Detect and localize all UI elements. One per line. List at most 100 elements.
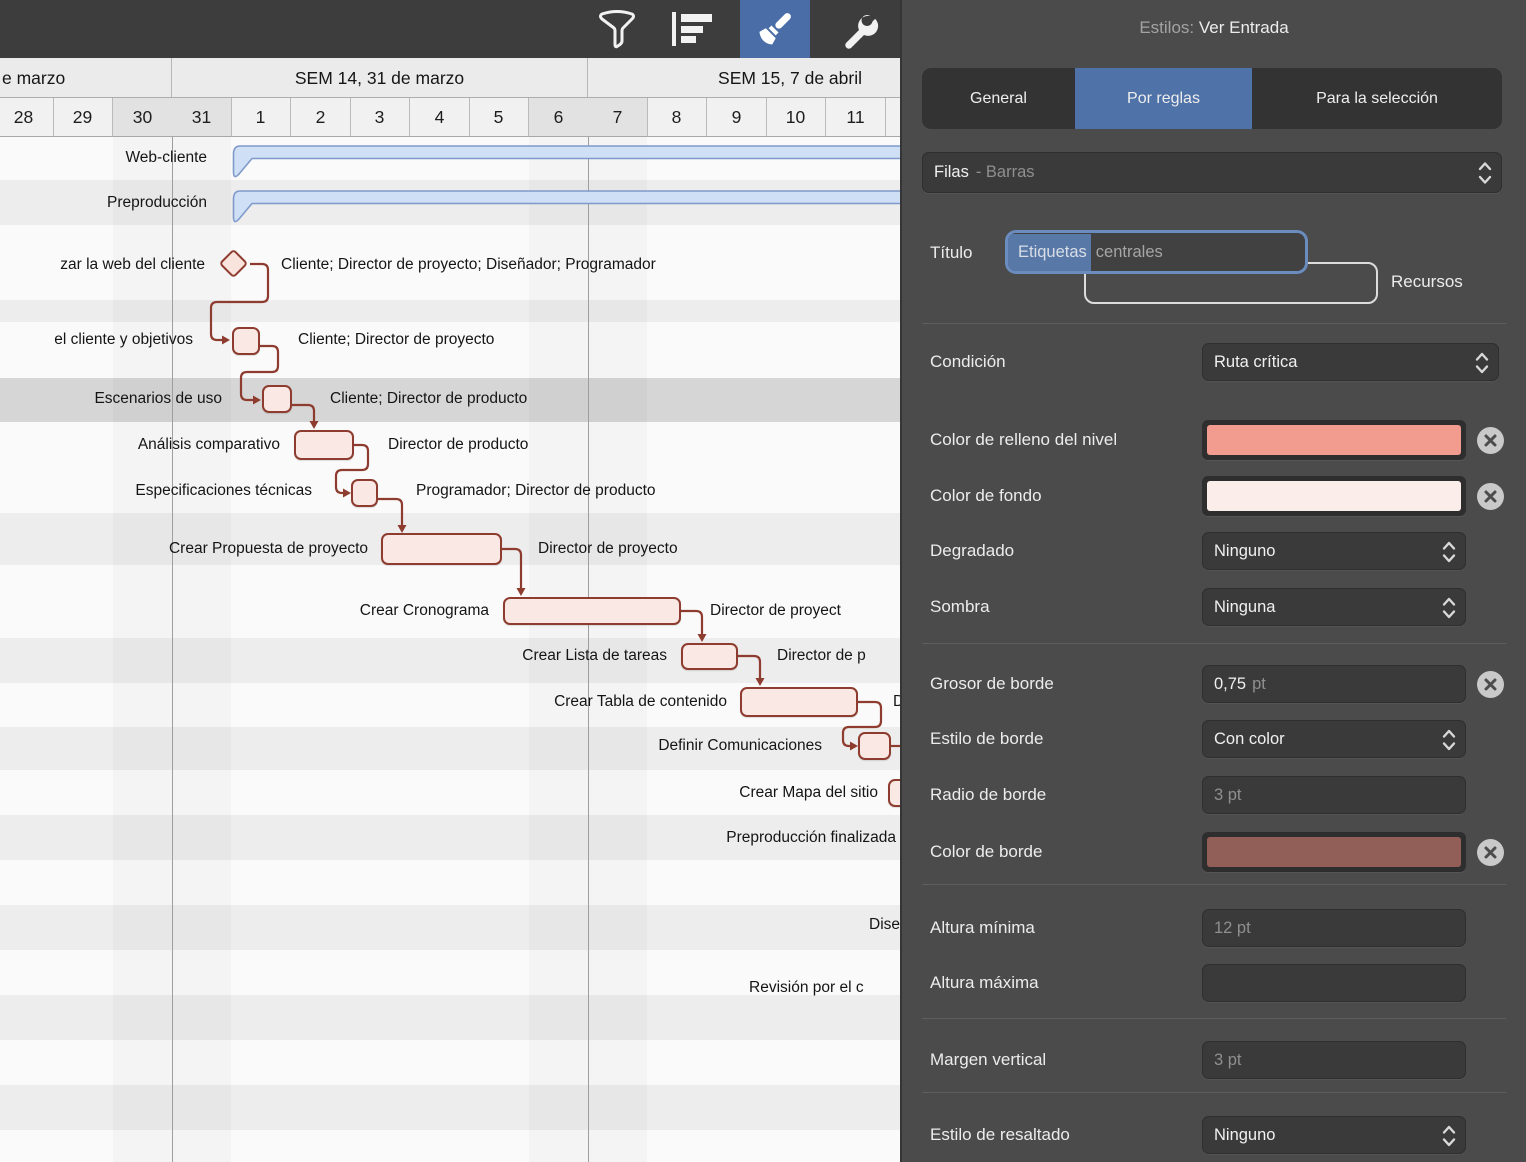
task-label: zar la web del cliente [60, 254, 205, 276]
vertical-margin-field[interactable]: 3 pt [1202, 1041, 1466, 1079]
max-height-field[interactable] [1202, 964, 1466, 1002]
task-bar[interactable] [294, 430, 354, 460]
title-position-field[interactable]: Etiquetas centrales [1008, 233, 1305, 271]
max-height-label: Altura máxima [930, 971, 1039, 995]
divider [922, 643, 1506, 644]
summary-bar[interactable] [234, 146, 903, 222]
filter-icon[interactable] [585, 0, 649, 58]
shadow-value: Ninguna [1214, 598, 1275, 617]
highlight-style-label: Estilo de resaltado [930, 1123, 1070, 1147]
task-label: Revisión por el c [749, 977, 864, 999]
resource-label: Director de proyecto [538, 538, 678, 560]
rule-scope-primary: Filas [934, 163, 969, 182]
week-header-cell: SEM 15, 7 de abril [588, 58, 902, 98]
condition-popup[interactable]: Ruta crítica [1202, 343, 1499, 381]
gradient-popup[interactable]: Ninguno [1202, 532, 1466, 570]
min-height-field[interactable]: 12 pt [1202, 909, 1466, 947]
tab-general[interactable]: General [922, 68, 1075, 129]
inspector-tab-bar: General Por reglas Para la selección [922, 68, 1502, 129]
day-header-cell: 6 [529, 98, 589, 137]
day-header-cell: 29 [53, 98, 113, 137]
border-color-well[interactable] [1202, 832, 1466, 872]
title-field-rest-text: centrales [1096, 234, 1163, 271]
task-label: Crear Propuesta de proyecto [169, 538, 368, 560]
week-header-cell: SEM 14, 31 de marzo [172, 58, 588, 98]
vertical-margin-placeholder: 3 pt [1214, 1051, 1242, 1070]
border-color-label: Color de borde [930, 840, 1042, 864]
title-field-selected-text: Etiquetas [1008, 234, 1091, 271]
task-label: Especificaciones técnicas [135, 480, 312, 502]
clear-background-button[interactable] [1477, 483, 1504, 510]
inspector-title-prefix: Estilos: [1139, 18, 1194, 37]
border-width-field[interactable]: 0,75 pt [1202, 665, 1466, 703]
popup-stepper-icon [1441, 1124, 1457, 1148]
resource-label: Cliente; Director de proyecto; Diseñador… [281, 254, 656, 276]
day-header-cell: 3 [350, 98, 410, 137]
day-header-cell: 11 [826, 98, 886, 137]
resource-label: Cliente; Director de producto [330, 388, 527, 410]
task-bar[interactable] [858, 732, 891, 760]
tools-icon[interactable] [825, 0, 889, 58]
border-radius-field[interactable]: 3 pt [1202, 776, 1466, 814]
clear-border-width-button[interactable] [1477, 671, 1504, 698]
task-label: Crear Lista de tareas [522, 645, 667, 667]
style-brush-icon[interactable] [740, 0, 810, 58]
gantt-pane: Web-cliente Preproducción zar la web del… [0, 0, 902, 1162]
view-options-icon[interactable] [661, 0, 725, 58]
popup-stepper-icon [1441, 596, 1457, 620]
task-bar[interactable] [681, 643, 738, 670]
min-height-placeholder: 12 pt [1214, 919, 1251, 938]
day-header-cell: 4 [410, 98, 470, 137]
border-style-value: Con color [1214, 730, 1285, 749]
task-label: el cliente y objetivos [54, 329, 193, 351]
clear-level-fill-button[interactable] [1477, 427, 1504, 454]
level-fill-color-well[interactable] [1202, 420, 1466, 460]
clear-border-color-button[interactable] [1477, 839, 1504, 866]
task-label: Crear Mapa del sitio [739, 782, 878, 804]
pane-divider[interactable] [900, 0, 902, 1162]
border-style-popup[interactable]: Con color [1202, 720, 1466, 758]
tab-por-reglas[interactable]: Por reglas [1075, 68, 1252, 129]
task-bar[interactable] [232, 327, 260, 355]
task-bar[interactable] [381, 533, 502, 565]
border-radius-placeholder: 3 pt [1214, 786, 1242, 805]
styles-inspector: Estilos: Ver Entrada General Por reglas … [902, 0, 1526, 1162]
task-label: Web-cliente [125, 147, 207, 169]
day-header-cell: 8 [647, 98, 707, 137]
task-label: Crear Tabla de contenido [554, 691, 727, 713]
day-header-cell: 31 [172, 98, 232, 137]
task-bar[interactable] [740, 687, 858, 717]
day-header-cell: 9 [707, 98, 767, 137]
day-header-cell: 5 [469, 98, 529, 137]
task-label: Dise [869, 914, 900, 936]
divider [922, 1092, 1506, 1093]
border-radius-label: Radio de borde [930, 783, 1046, 807]
task-bar[interactable] [503, 597, 681, 625]
divider [922, 1018, 1506, 1019]
highlight-style-value: Ninguno [1214, 1126, 1275, 1145]
min-height-label: Altura mínima [930, 916, 1035, 940]
day-header-cell: 28 [0, 98, 54, 137]
tab-para-la-seleccion[interactable]: Para la selección [1252, 68, 1502, 129]
background-swatch [1207, 481, 1461, 511]
task-bar[interactable] [351, 479, 378, 507]
title-field-label: Título [930, 241, 973, 265]
level-fill-swatch [1207, 425, 1461, 455]
task-label: Preproducción [107, 192, 207, 214]
border-style-label: Estilo de borde [930, 727, 1043, 751]
task-label: Preproducción finalizada [726, 827, 896, 849]
popup-stepper-icon [1474, 351, 1490, 375]
border-color-swatch [1207, 837, 1461, 867]
day-header-cell: 10 [766, 98, 826, 137]
task-bar[interactable] [262, 385, 292, 413]
resource-label: Director de producto [388, 434, 528, 456]
task-label: Definir Comunicaciones [658, 735, 822, 757]
divider [922, 323, 1506, 324]
highlight-style-popup[interactable]: Ninguno [1202, 1116, 1466, 1154]
shadow-popup[interactable]: Ninguna [1202, 588, 1466, 626]
vertical-margin-label: Margen vertical [930, 1048, 1046, 1072]
popup-stepper-icon [1477, 160, 1493, 186]
background-color-well[interactable] [1202, 476, 1466, 516]
week-header-cell: e marzo [0, 58, 172, 98]
rule-scope-popup[interactable]: Filas - Barras [922, 152, 1502, 193]
